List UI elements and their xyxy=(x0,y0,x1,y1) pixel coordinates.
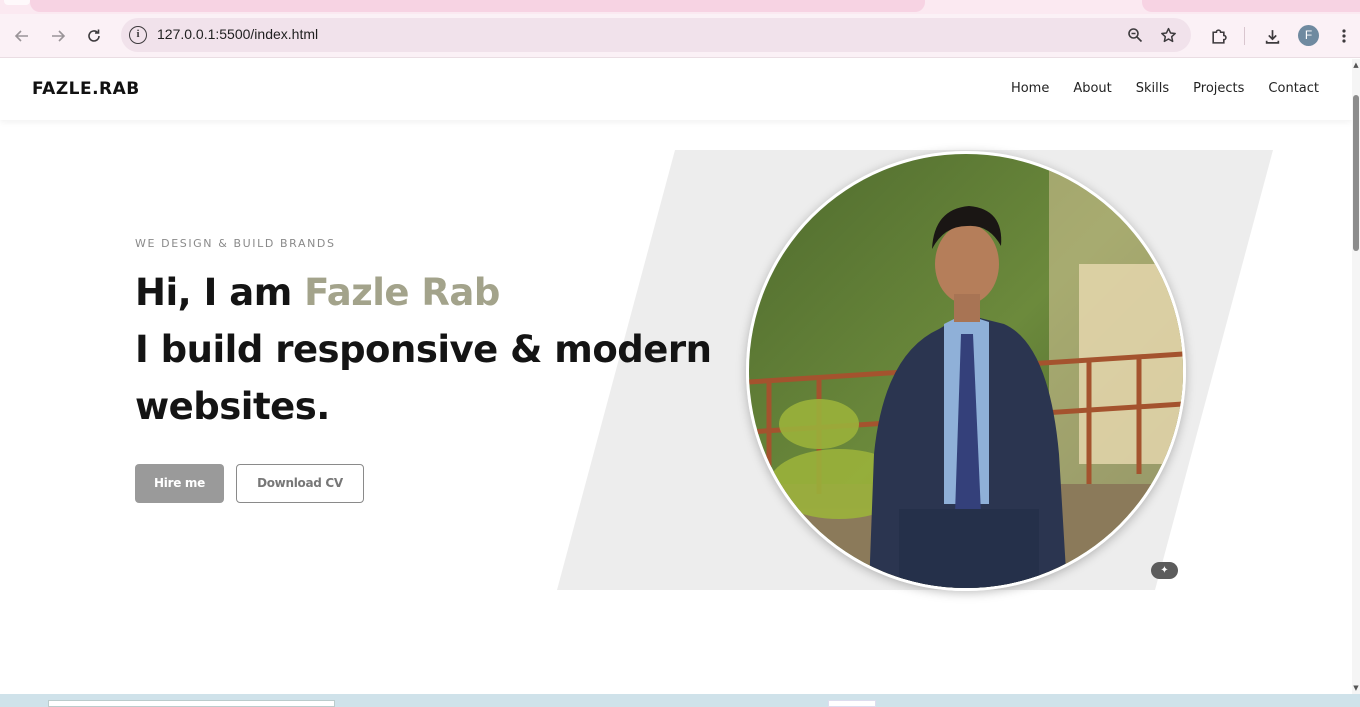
site-logo[interactable]: FAZLE.RAB xyxy=(32,79,140,99)
download-icon[interactable] xyxy=(1258,22,1286,50)
hire-me-button[interactable]: Hire me xyxy=(135,464,224,503)
scroll-up-icon[interactable]: ▲ xyxy=(1352,61,1360,69)
nav-about[interactable]: About xyxy=(1073,81,1111,96)
nav-skills[interactable]: Skills xyxy=(1136,81,1169,96)
address-bar[interactable]: i 127.0.0.1:5500/index.html xyxy=(121,18,1191,52)
tab-inactive[interactable] xyxy=(1142,0,1360,12)
profile-photo xyxy=(746,151,1186,591)
zoom-icon[interactable] xyxy=(1124,24,1146,46)
os-taskbar xyxy=(0,694,1360,707)
taskbar-window[interactable] xyxy=(48,700,335,707)
hero-heading-line1: Hi, I am Fazle Rab xyxy=(135,271,500,314)
hero-greeting: Hi, I am xyxy=(135,271,305,314)
hero-name: Fazle Rab xyxy=(304,271,500,314)
browser-toolbar: i 127.0.0.1:5500/index.html F xyxy=(0,14,1360,58)
tab-pinned[interactable] xyxy=(4,0,30,5)
toolbar-divider xyxy=(1244,27,1245,45)
scroll-thumb[interactable] xyxy=(1353,95,1359,251)
tab-active[interactable] xyxy=(30,0,925,12)
download-cv-button[interactable]: Download CV xyxy=(236,464,364,503)
tab-strip xyxy=(0,0,1360,14)
hero-tagline: WE DESIGN & BUILD BRANDS xyxy=(135,237,336,250)
hero-heading-line2: I build responsive & modern xyxy=(135,328,712,371)
taskbar-window[interactable] xyxy=(828,700,876,707)
nav-projects[interactable]: Projects xyxy=(1193,81,1244,96)
nav-contact[interactable]: Contact xyxy=(1268,81,1319,96)
nav-home[interactable]: Home xyxy=(1011,81,1049,96)
page-scrollbar[interactable]: ▲ ▼ xyxy=(1352,59,1360,694)
kebab-menu-icon[interactable] xyxy=(1330,22,1358,50)
nav-links: Home About Skills Projects Contact xyxy=(1011,81,1319,96)
magic-wand-icon[interactable]: ✦ xyxy=(1151,562,1178,579)
star-icon[interactable] xyxy=(1157,24,1179,46)
site-navbar: FAZLE.RAB Home About Skills Projects Con… xyxy=(0,59,1352,120)
reload-icon[interactable] xyxy=(80,22,108,50)
profile-avatar[interactable]: F xyxy=(1298,25,1319,46)
arrow-left-icon[interactable] xyxy=(8,22,36,50)
url-text[interactable]: 127.0.0.1:5500/index.html xyxy=(157,26,318,42)
puzzle-icon[interactable] xyxy=(1204,22,1232,50)
web-page: FAZLE.RAB Home About Skills Projects Con… xyxy=(0,59,1352,689)
arrow-right-icon[interactable] xyxy=(44,22,72,50)
hero-heading-line3: websites. xyxy=(135,385,330,428)
site-info-icon[interactable]: i xyxy=(129,26,147,44)
scroll-down-icon[interactable]: ▼ xyxy=(1352,684,1360,692)
